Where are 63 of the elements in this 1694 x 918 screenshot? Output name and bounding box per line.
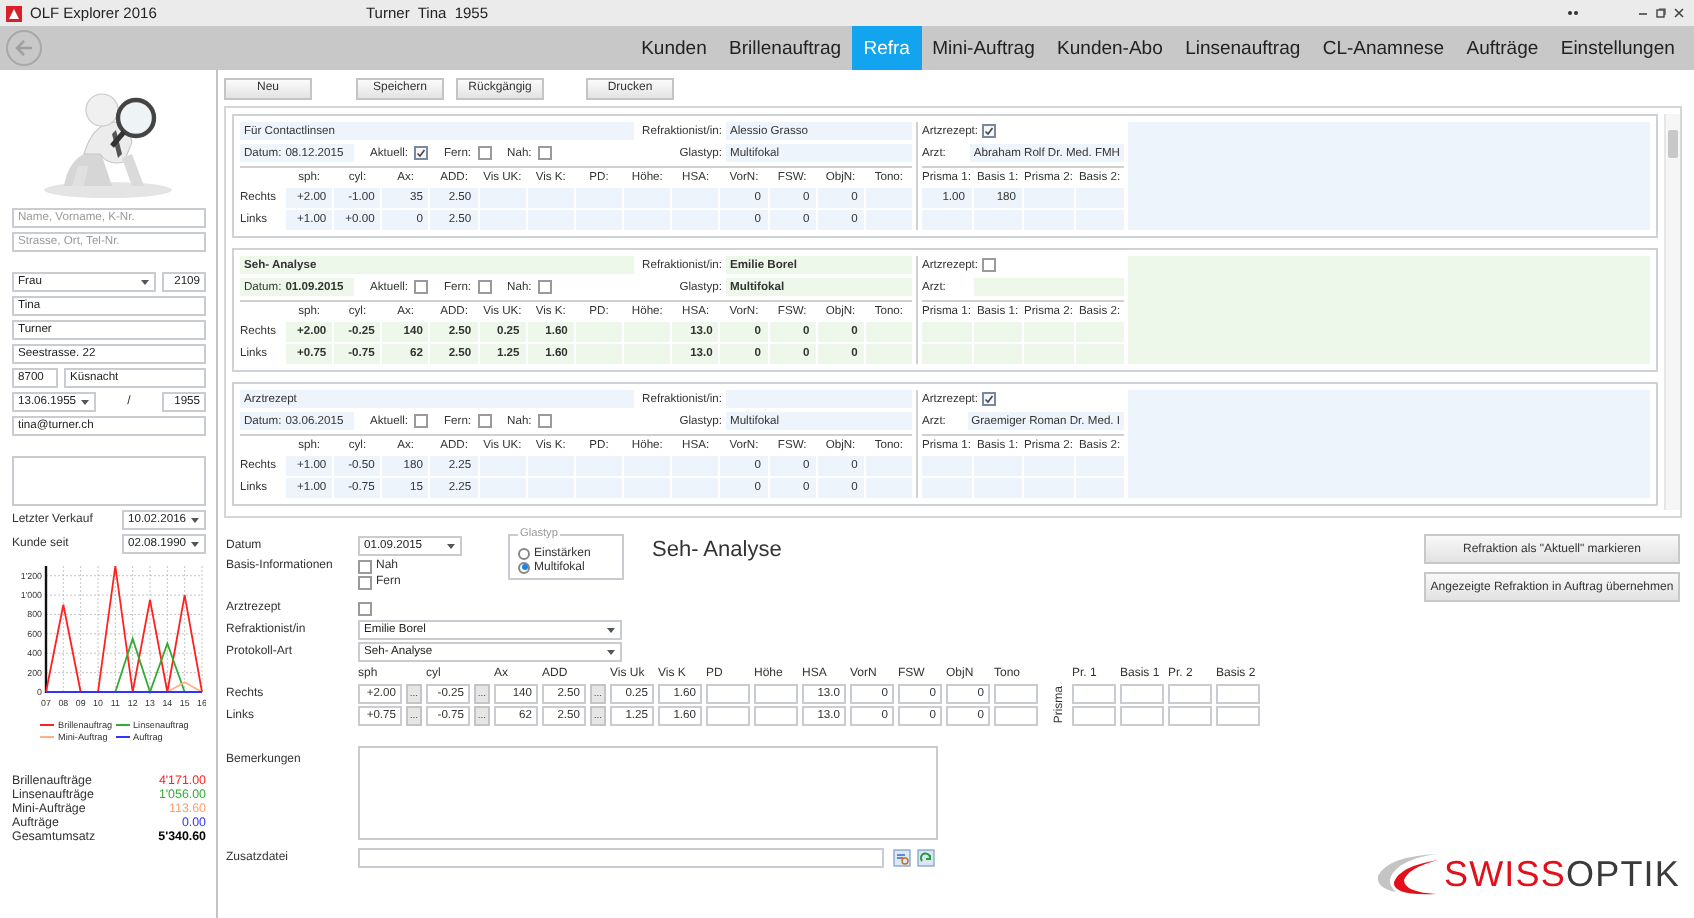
- checkbox[interactable]: [477, 280, 492, 294]
- value-field[interactable]: [1216, 706, 1260, 726]
- checkbox[interactable]: [537, 414, 552, 428]
- checkbox[interactable]: [414, 280, 429, 294]
- document-icon[interactable]: [892, 848, 912, 868]
- value-field[interactable]: [754, 684, 798, 704]
- nav-tab[interactable]: Brillenauftrag: [717, 26, 853, 70]
- remarks-field[interactable]: [358, 746, 938, 840]
- checkbox[interactable]: [358, 559, 372, 573]
- refresh-icon[interactable]: [916, 848, 936, 868]
- nav-tab[interactable]: Mini-Auftrag: [921, 26, 1046, 70]
- checkbox[interactable]: [537, 280, 552, 294]
- caret-icon: [606, 647, 616, 655]
- close-icon[interactable]: [1674, 8, 1684, 18]
- minimize-icon[interactable]: [1638, 8, 1648, 18]
- value-field[interactable]: [1120, 684, 1164, 704]
- value-field[interactable]: [1168, 684, 1212, 704]
- back-button[interactable]: [6, 30, 42, 66]
- nav-tab[interactable]: Kunden-Abo: [1045, 26, 1174, 70]
- nav-tab[interactable]: Linsenauftrag: [1173, 26, 1312, 70]
- nav-tab[interactable]: CL-Anamnese: [1311, 26, 1456, 70]
- value-field[interactable]: [1168, 706, 1212, 726]
- nav-tab[interactable]: Aufträge: [1455, 26, 1550, 70]
- checkbox[interactable]: [414, 146, 429, 160]
- notes-field[interactable]: [12, 456, 206, 506]
- caret-icon: [190, 516, 200, 524]
- value-field[interactable]: [1072, 684, 1116, 704]
- checkbox[interactable]: [537, 146, 552, 160]
- checkbox[interactable]: [982, 258, 997, 272]
- y-axis: [44, 566, 48, 693]
- checkbox[interactable]: [477, 146, 492, 160]
- maximize-icon[interactable]: [1656, 8, 1666, 18]
- radio-button[interactable]: [518, 561, 530, 573]
- caret-icon: [446, 542, 456, 550]
- checkbox[interactable]: [982, 392, 997, 406]
- refraction-card[interactable]: [232, 248, 1658, 372]
- caret-icon: [190, 540, 200, 548]
- value-field[interactable]: [1216, 684, 1260, 704]
- checkbox[interactable]: [477, 414, 492, 428]
- nav-tab[interactable]: Kunden: [630, 26, 718, 70]
- caret-icon: [140, 278, 150, 286]
- checkbox[interactable]: [982, 124, 997, 138]
- value-field[interactable]: [994, 706, 1038, 726]
- scrollbar[interactable]: [1664, 114, 1680, 510]
- checkbox[interactable]: [358, 575, 372, 589]
- checkbox[interactable]: [414, 414, 429, 428]
- nav-tab[interactable]: Einstellungen: [1549, 26, 1686, 70]
- dots-icon: [1568, 10, 1578, 16]
- value-field[interactable]: [1120, 706, 1164, 726]
- caret-icon: [606, 625, 616, 633]
- value-field[interactable]: [754, 706, 798, 726]
- radio-button[interactable]: [518, 547, 530, 559]
- value-field[interactable]: [706, 706, 750, 726]
- value-field[interactable]: [1072, 706, 1116, 726]
- value-field[interactable]: [706, 684, 750, 704]
- value-field[interactable]: [994, 684, 1038, 704]
- brand-logo-text: SWISSOPTIK: [1443, 853, 1680, 895]
- arrow-icon: [14, 38, 34, 58]
- section-heading: Seh- Analyse: [652, 538, 782, 566]
- checkbox[interactable]: [358, 601, 372, 615]
- file-field[interactable]: [358, 848, 884, 868]
- caret-icon: [80, 398, 90, 406]
- app-logo-icon: [6, 5, 22, 21]
